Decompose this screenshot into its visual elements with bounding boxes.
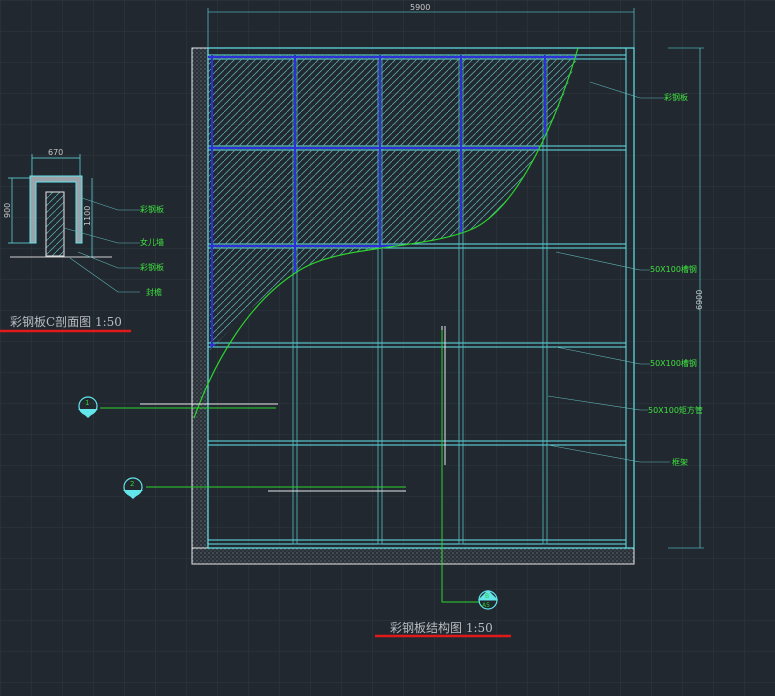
section-label-4: 封檐 [146, 287, 162, 297]
elevation-label-3: 50X100槽钢 [650, 358, 697, 368]
marker-1-label: 1 [85, 399, 89, 407]
section-dim-height-outer: 900 [3, 203, 12, 218]
elevation-label-5: 框架 [672, 457, 688, 467]
section-dim-height-inner: 1100 [83, 206, 92, 226]
elevation-dim-right: 6900 [695, 290, 704, 310]
section-label-3: 彩钢板 [140, 262, 164, 272]
elevation-label-4: 50X100矩方管 [648, 405, 703, 415]
elevation-title: 彩钢板结构图 1:50 [390, 620, 493, 635]
marker-2-label: 2 [130, 480, 134, 488]
elevation-label-2: 50X100槽钢 [650, 264, 697, 274]
marker-3-bottom: A5 [482, 602, 490, 609]
section-label-2: 女儿墙 [140, 237, 164, 247]
cad-drawing-canvas[interactable]: 670 900 1100 彩钢板 女儿墙 彩钢板 封檐 彩钢板C剖面图 1:50… [0, 0, 775, 696]
section-label-1: 彩钢板 [140, 204, 164, 214]
elevation-dim-top: 5900 [410, 3, 430, 12]
marker-3-top: B [485, 593, 489, 600]
elevation-label-1: 彩钢板 [664, 92, 688, 102]
section-title: 彩钢板C剖面图 1:50 [10, 315, 122, 329]
section-dim-width: 670 [48, 148, 63, 157]
